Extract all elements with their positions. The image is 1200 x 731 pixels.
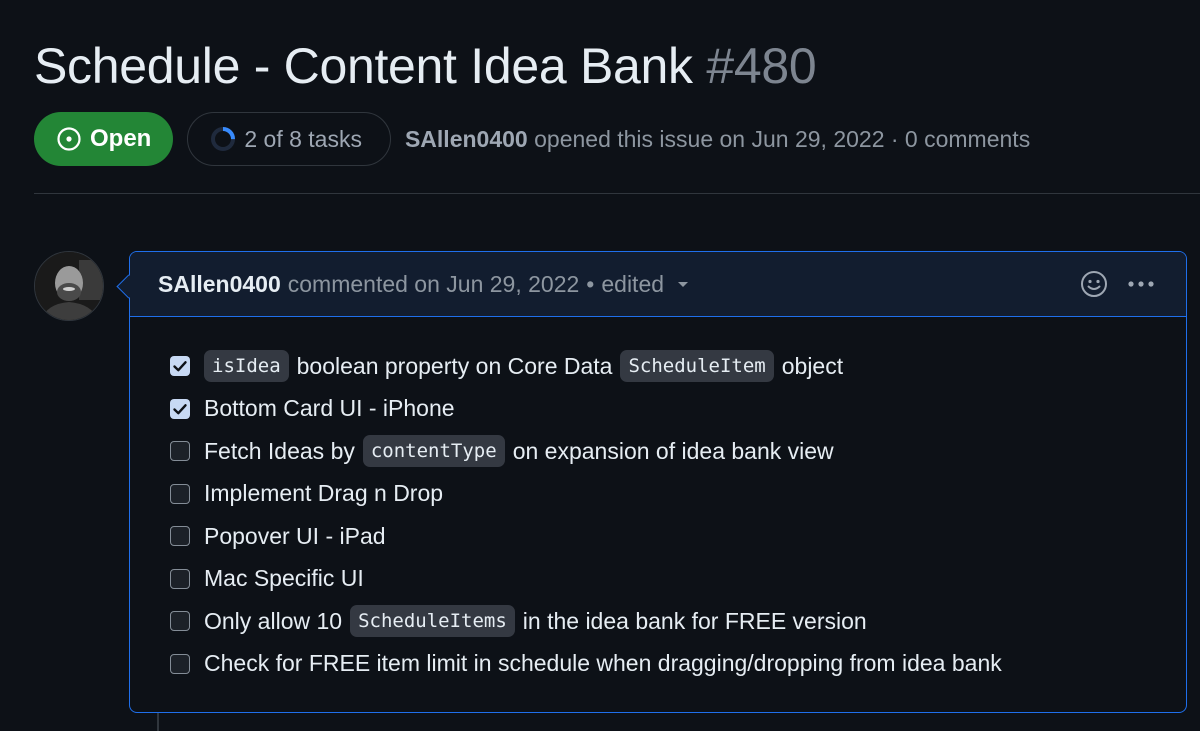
task-item: Fetch Ideas by contentType on expansion of…	[170, 430, 1002, 473]
issue-title-text: Schedule - Content Idea Bank	[34, 38, 693, 94]
issue-opened-text: opened this issue on Jun 29, 2022 · 0 co…	[534, 125, 1031, 152]
task-text: in the idea bank for FREE version	[522, 607, 867, 634]
task-text: Check for FREE item limit in schedule wh…	[204, 650, 1002, 677]
chevron-down-icon	[678, 282, 689, 287]
checkmark-icon	[173, 403, 187, 415]
issue-title: Schedule - Content Idea Bank #480	[34, 34, 817, 98]
task-item: Bottom Card UI - iPhone	[170, 388, 1002, 431]
comment-header: SAllen0400 commented on Jun 29, 2022 • e…	[130, 252, 1186, 317]
task-text: boolean property on Core Data	[296, 352, 613, 379]
task-text: Mac Specific UI	[204, 565, 364, 592]
task-checkbox[interactable]	[170, 526, 190, 547]
task-text: Only allow 10	[204, 607, 343, 634]
issue-opened-info: SAllen0400 opened this issue on Jun 29, …	[405, 126, 1030, 153]
task-progress-icon	[211, 127, 236, 151]
task-text: Fetch Ideas by	[204, 437, 355, 464]
task-text: Implement Drag n Drop	[204, 480, 444, 507]
task-progress-label: 2 of 8 tasks	[244, 125, 362, 152]
comment-box: SAllen0400 commented on Jun 29, 2022 • e…	[116, 251, 1187, 713]
edited-label: edited	[601, 270, 665, 297]
task-checkbox-checked[interactable]	[170, 398, 190, 419]
status-badge: Open	[34, 112, 174, 166]
inline-code: isIdea	[204, 350, 289, 383]
task-text: Bottom Card UI - iPhone	[204, 395, 455, 422]
task-list: isIdea boolean property on Core Data Sched…	[170, 345, 1002, 685]
comment-separator: •	[586, 270, 595, 297]
issue-author-link[interactable]: SAllen0400	[405, 126, 528, 152]
task-checkbox[interactable]	[170, 441, 190, 462]
task-item: Only allow 10 ScheduleItems in the idea ba…	[170, 600, 1002, 643]
task-checkbox-checked[interactable]	[170, 356, 190, 377]
inline-code: ScheduleItem	[620, 350, 774, 383]
comment-author-link[interactable]: SAllen0400	[158, 271, 281, 298]
header-divider	[34, 193, 1200, 194]
avatar-image	[35, 252, 103, 320]
comment-actions	[1080, 252, 1156, 316]
task-checkbox[interactable]	[170, 653, 190, 674]
checkmark-icon	[173, 361, 187, 372]
task-checkbox[interactable]	[170, 568, 190, 589]
more-options-icon[interactable]	[1126, 279, 1156, 289]
issue-meta: Open 2 of 8 tasks SAllen0400 opened this…	[34, 112, 1030, 166]
issue-number: #480	[706, 38, 817, 94]
comment-date-text[interactable]: commented on Jun 29, 2022	[288, 271, 580, 298]
task-checkbox[interactable]	[170, 611, 190, 632]
status-label: Open	[90, 125, 152, 152]
task-item: Implement Drag n Drop	[170, 473, 1002, 516]
inline-code: ScheduleItems	[350, 605, 515, 638]
task-item: Mac Specific UI	[170, 558, 1002, 601]
issue-open-icon	[57, 127, 81, 151]
task-item: isIdea boolean property on Core Data Sched…	[170, 345, 1002, 388]
task-text: object	[781, 352, 844, 379]
task-progress-pill[interactable]: 2 of 8 tasks	[187, 112, 391, 166]
edited-dropdown[interactable]: edited	[601, 271, 690, 298]
avatar[interactable]	[34, 251, 104, 321]
task-item: Popover UI - iPad	[170, 515, 1002, 558]
add-reaction-icon[interactable]	[1080, 270, 1108, 298]
task-item: Check for FREE item limit in schedule wh…	[170, 643, 1002, 686]
task-text: Popover UI - iPad	[204, 522, 386, 549]
timeline-line	[157, 712, 159, 731]
issue-page: Schedule - Content Idea Bank #480 Open 2…	[0, 0, 1200, 731]
inline-code: contentType	[362, 435, 505, 468]
task-text: on expansion of idea bank view	[512, 437, 834, 464]
task-checkbox[interactable]	[170, 483, 190, 504]
